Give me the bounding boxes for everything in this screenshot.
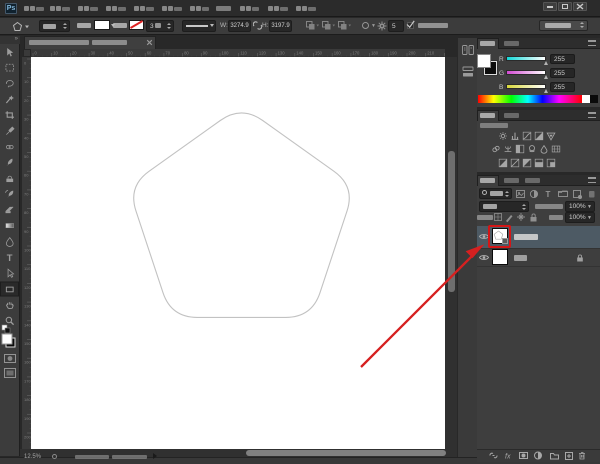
svg-text:140: 140 — [296, 51, 304, 56]
svg-text:T: T — [7, 253, 13, 263]
svg-text:120: 120 — [259, 51, 267, 56]
svg-text:170: 170 — [352, 51, 360, 56]
svg-text:20: 20 — [24, 98, 29, 103]
svg-text:10: 10 — [24, 79, 29, 84]
svg-text:100: 100 — [222, 51, 230, 56]
svg-text:160: 160 — [334, 51, 342, 56]
svg-text:40: 40 — [109, 51, 114, 56]
svg-text:70: 70 — [24, 191, 29, 196]
svg-text:200: 200 — [409, 51, 417, 56]
svg-text:110: 110 — [240, 51, 247, 56]
svg-text:80: 80 — [184, 51, 189, 56]
svg-text:70: 70 — [165, 51, 170, 56]
svg-text:60: 60 — [24, 173, 29, 178]
svg-text:50: 50 — [24, 154, 29, 159]
svg-text:90: 90 — [24, 229, 29, 234]
svg-text:T: T — [546, 190, 551, 199]
svg-text:180: 180 — [371, 51, 379, 56]
svg-text:30: 30 — [24, 117, 29, 122]
svg-text:150: 150 — [315, 51, 323, 56]
svg-text:40: 40 — [24, 135, 29, 140]
svg-text:80: 80 — [24, 210, 29, 215]
svg-text:90: 90 — [203, 51, 208, 56]
svg-text:50: 50 — [128, 51, 133, 56]
svg-text:130: 130 — [278, 51, 286, 56]
svg-text:210: 210 — [427, 51, 435, 56]
svg-text:fx: fx — [505, 454, 511, 461]
svg-text:60: 60 — [147, 51, 152, 56]
svg-text:10: 10 — [53, 51, 58, 56]
svg-text:30: 30 — [91, 51, 96, 56]
svg-text:20: 20 — [72, 51, 77, 56]
svg-text:190: 190 — [390, 51, 398, 56]
